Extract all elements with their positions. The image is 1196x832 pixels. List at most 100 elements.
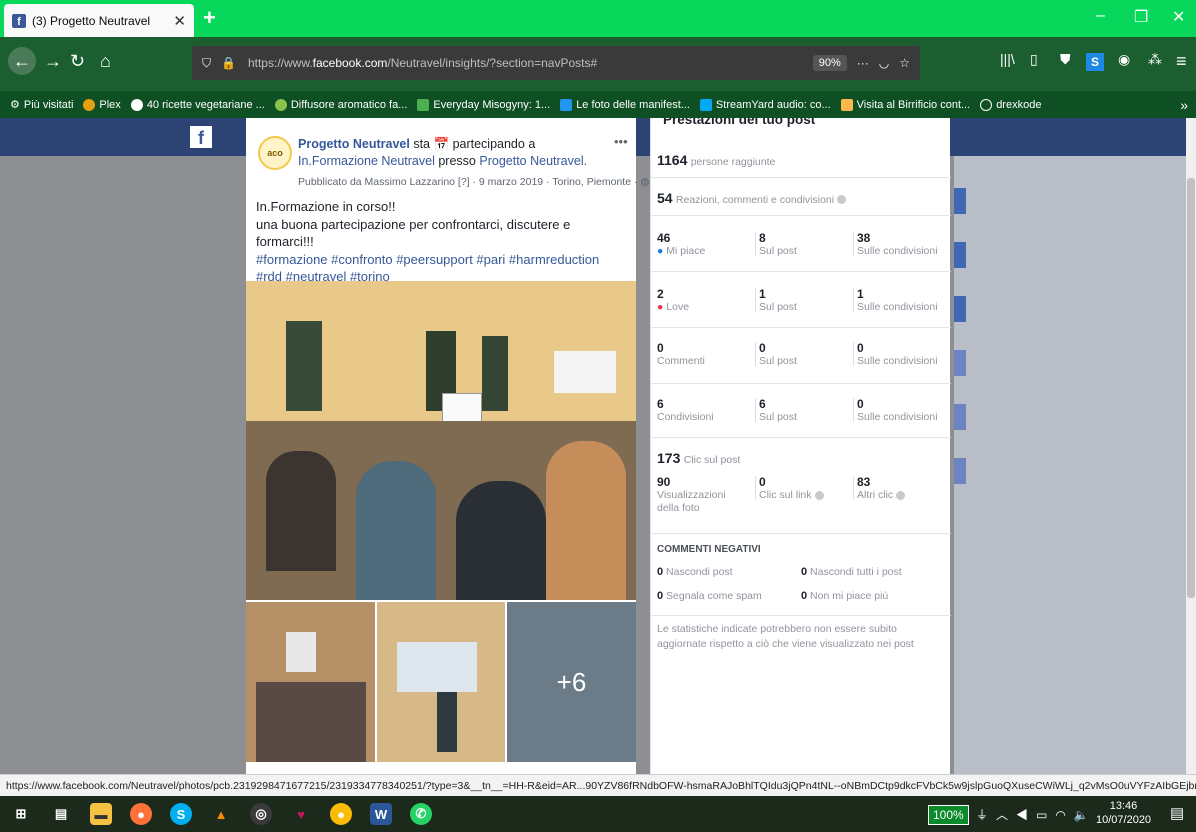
post-options-icon[interactable]: ••• <box>614 134 628 149</box>
event-link[interactable]: In.Formazione Neutravel <box>298 154 435 168</box>
sidebar-button[interactable] <box>954 296 966 322</box>
library-icon[interactable]: |||\ <box>1000 51 1015 67</box>
info-icon[interactable] <box>837 195 847 205</box>
page-sidebar-dimmed <box>954 156 1186 774</box>
image-icon <box>417 98 430 111</box>
word-icon[interactable]: W <box>370 803 392 825</box>
love-icon: ● <box>657 301 664 313</box>
comments-row: 0 Commenti 0 Sul post 0 Sulle condivisioni <box>651 328 951 384</box>
bookmark-item[interactable]: Diffusore aromatico fa... <box>274 98 407 111</box>
panel-title: Prestazioni del tuo post <box>663 118 816 127</box>
file-explorer-icon[interactable]: ▬ <box>90 803 112 825</box>
password-manager-icon[interactable]: ◎ <box>250 803 272 825</box>
sidebar-button[interactable] <box>954 188 966 214</box>
app-icon[interactable]: ♥ <box>290 803 312 825</box>
bookmark-item[interactable]: StreamYard audio: co... <box>699 98 831 111</box>
back-icon[interactable]: ← <box>8 47 36 75</box>
facebook-favicon-icon: f <box>12 13 26 28</box>
bookmark-item[interactable]: drexkode <box>980 98 1041 111</box>
menu-icon[interactable]: ≡ <box>1176 51 1187 72</box>
post-meta: Pubblicato da Massimo Lazzarino [?] · 9 … <box>298 176 650 188</box>
zoom-level[interactable]: 90% <box>812 55 847 71</box>
battery-percent[interactable]: 100% <box>928 805 969 825</box>
gear-icon: ⚙ <box>10 99 20 111</box>
place-link[interactable]: Progetto Neutravel. <box>479 154 587 168</box>
minimize-icon[interactable]: – <box>1096 7 1105 25</box>
page-scrollbar[interactable] <box>1186 118 1196 774</box>
post-text: In.Formazione in corso!! una buona parte… <box>256 198 628 286</box>
sidebar-button[interactable] <box>954 350 966 376</box>
post-insights-modal: aco Progetto Neutravel sta 📅 partecipand… <box>246 118 951 774</box>
photo-thumbnail[interactable] <box>377 602 505 762</box>
bookmark-item[interactable]: Visita al Birrificio cont... <box>840 98 970 111</box>
sidebar-button[interactable] <box>954 242 966 268</box>
whatsapp-icon[interactable]: ✆ <box>410 803 432 825</box>
bookmark-item[interactable]: Plex <box>83 98 121 111</box>
chrome-icon[interactable]: ● <box>330 803 352 825</box>
lock-icon[interactable]: 🔒 <box>221 56 236 70</box>
firefox-icon[interactable]: ● <box>130 803 152 825</box>
post-header: Progetto Neutravel sta 📅 partecipando a … <box>298 137 588 168</box>
site-icon <box>560 98 573 111</box>
streamyard-icon <box>699 98 712 111</box>
sidebar-button[interactable] <box>954 458 966 484</box>
more-photos-count: +6 <box>556 666 587 697</box>
restore-icon[interactable]: ❐ <box>1134 7 1148 27</box>
reaction-row-love: 2 ● Love 1 Sul post 1 Sulle condivisioni <box>651 272 951 328</box>
taskbar-clock[interactable]: 13:46 10/07/2020 <box>1096 799 1151 827</box>
post-performance-panel: Prestazioni del tuo post 1164 persone ra… <box>650 118 951 774</box>
bookmarks-toolbar: ⚙ Più visitati Plex 40 ricette vegetarian… <box>0 91 1196 118</box>
vlc-icon[interactable]: ▲ <box>210 803 232 825</box>
address-bar[interactable]: ⛉ 🔒 https://www.facebook.com/Neutravel/i… <box>192 46 920 80</box>
new-tab-button[interactable]: + <box>203 5 216 31</box>
negative-title: COMMENTI NEGATIVI <box>657 544 761 555</box>
pocket-icon[interactable]: ◡ <box>879 56 889 70</box>
extensions-icon[interactable]: ⁂ <box>1148 51 1162 68</box>
globe-icon <box>980 98 993 111</box>
windows-start-icon[interactable]: ⊞ <box>10 803 32 825</box>
task-view-icon[interactable]: ▤ <box>50 803 72 825</box>
bookmark-item[interactable]: 40 ricette vegetariane ... <box>130 98 265 111</box>
like-icon: ● <box>657 245 664 257</box>
bookmark-item[interactable]: Le foto delle manifest... <box>560 98 690 111</box>
main-photo[interactable] <box>246 281 636 600</box>
leaf-icon <box>274 98 287 111</box>
clicks-section: 173 Clic sul post 90 Visualizzazioni dell… <box>651 438 951 534</box>
photo-thumbnail[interactable] <box>246 602 375 762</box>
bookmark-item[interactable]: Everyday Misogyny: 1... <box>417 98 550 111</box>
home-icon[interactable]: ⌂ <box>100 51 111 72</box>
page-avatar[interactable]: aco <box>258 136 292 170</box>
sidebar-icon[interactable]: ▯ <box>1030 51 1038 68</box>
url-text: https://www.facebook.com/Neutravel/insig… <box>247 56 598 70</box>
system-tray-icons[interactable]: ⏚︿◀▭◠🔈 <box>976 806 1097 823</box>
site-icon <box>840 98 853 111</box>
more-photos-thumbnail[interactable]: +6 <box>507 602 636 762</box>
ublock-icon[interactable]: ⛊ <box>1060 51 1071 68</box>
page-name-link[interactable]: Progetto Neutravel <box>298 137 410 151</box>
facebook-logo-icon[interactable]: f <box>190 126 212 148</box>
skype-icon[interactable]: S <box>170 803 192 825</box>
account-icon[interactable]: ◉ <box>1118 51 1130 68</box>
plex-icon <box>83 98 96 111</box>
link-status-bar: https://www.facebook.com/Neutravel/photo… <box>0 774 1196 796</box>
bookmark-star-icon[interactable]: ☆ <box>899 56 910 70</box>
bookmark-item[interactable]: ⚙ Più visitati <box>10 98 73 112</box>
skype-ext-icon[interactable]: S <box>1086 53 1104 71</box>
shares-row: 6 Condivisioni 6 Sul post 0 Sulle condivisi… <box>651 384 951 438</box>
close-tab-icon[interactable]: ✕ <box>173 12 186 30</box>
reaction-row-likes: 46 ● Mi piace 8 Sul post 38 Sulle condivisi… <box>651 216 951 272</box>
stats-disclaimer: Le statistiche indicate potrebbero non e… <box>657 623 914 650</box>
page-actions-icon[interactable]: ··· <box>857 56 869 70</box>
sidebar-button[interactable] <box>954 404 966 430</box>
info-icon[interactable] <box>814 490 824 500</box>
chevron-right-icon[interactable]: » <box>1180 97 1188 113</box>
info-icon[interactable] <box>896 490 906 500</box>
browser-tab[interactable]: f (3) Progetto Neutravel ✕ <box>4 4 194 37</box>
shield-icon[interactable]: ⛉ <box>202 56 211 71</box>
post-preview: aco Progetto Neutravel sta 📅 partecipand… <box>246 118 650 774</box>
scrollbar-thumb[interactable] <box>1187 178 1195 598</box>
forward-icon[interactable]: → <box>44 51 62 72</box>
reload-icon[interactable]: ↻ <box>70 51 85 72</box>
notifications-icon[interactable]: ▤ <box>1170 804 1184 822</box>
close-window-icon[interactable]: ✕ <box>1172 7 1185 27</box>
